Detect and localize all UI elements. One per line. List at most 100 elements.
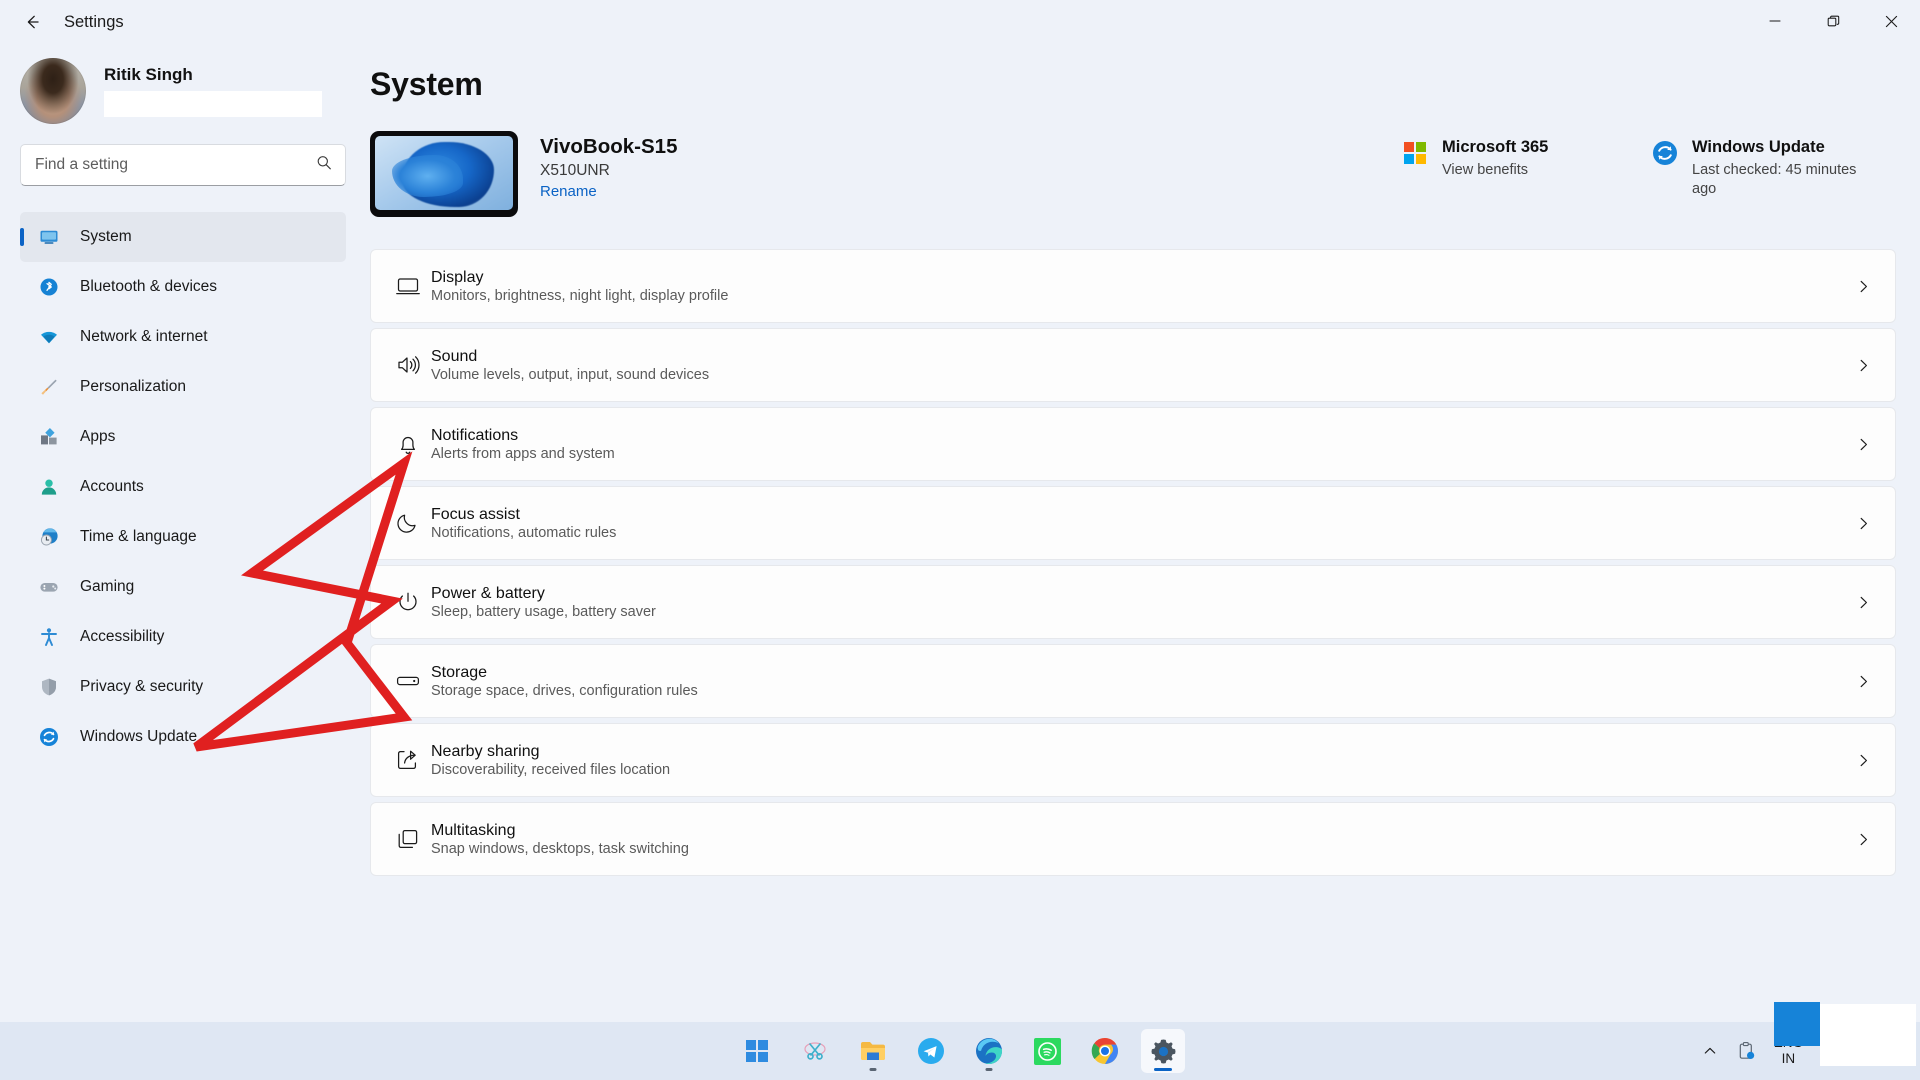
bluetooth-icon bbox=[38, 276, 60, 298]
clock-globe-icon bbox=[38, 526, 60, 548]
accessibility-icon bbox=[38, 626, 60, 648]
setting-row-multitasking[interactable]: Multitasking Snap windows, desktops, task… bbox=[370, 802, 1896, 876]
microsoft-365-card[interactable]: Microsoft 365 View benefits bbox=[1402, 137, 1612, 200]
sidebar-item-label: Personalization bbox=[80, 378, 186, 395]
setting-row-title: Nearby sharing bbox=[431, 742, 540, 760]
sidebar-item-label: Bluetooth & devices bbox=[80, 278, 218, 295]
power-icon bbox=[395, 589, 431, 615]
moon-icon bbox=[395, 510, 431, 536]
windows-update-card[interactable]: Windows Update Last checked: 45 minutes … bbox=[1652, 137, 1870, 200]
start-button[interactable] bbox=[735, 1029, 779, 1073]
scissors-icon bbox=[804, 1042, 826, 1060]
sidebar-item-time-language[interactable]: Time & language bbox=[20, 512, 346, 562]
settings-button[interactable] bbox=[1141, 1029, 1185, 1073]
windows-bloom-wallpaper bbox=[375, 136, 513, 210]
setting-row-storage[interactable]: Storage Storage space, drives, configurat… bbox=[370, 644, 1896, 718]
setting-row-text: Focus assist Notifications, automatic rul… bbox=[431, 506, 1853, 541]
maximize-icon bbox=[1827, 15, 1839, 26]
chevron-right-icon bbox=[1853, 437, 1873, 452]
close-button[interactable] bbox=[1862, 0, 1920, 42]
sidebar-item-apps[interactable]: Apps bbox=[20, 412, 346, 462]
file-explorer-button[interactable] bbox=[851, 1029, 895, 1073]
clipboard-icon bbox=[1739, 1042, 1754, 1059]
minimize-button[interactable] bbox=[1746, 0, 1804, 42]
setting-row-title: Storage bbox=[431, 663, 488, 681]
sidebar-item-bluetooth-devices[interactable]: Bluetooth & devices bbox=[20, 262, 346, 312]
sidebar-item-accounts[interactable]: Accounts bbox=[20, 462, 346, 512]
avatar bbox=[20, 58, 86, 124]
back-button[interactable] bbox=[10, 4, 54, 40]
setting-row-text: Notifications Alerts from apps and system bbox=[431, 427, 1853, 462]
multitask-icon bbox=[395, 826, 431, 852]
maximize-button[interactable] bbox=[1804, 0, 1862, 42]
sidebar-item-label: Gaming bbox=[80, 578, 135, 595]
person-icon bbox=[38, 476, 60, 498]
sidebar-item-label: Network & internet bbox=[80, 328, 208, 345]
taskbar: ENG IN bbox=[0, 1002, 1920, 1080]
window-controls bbox=[1746, 0, 1920, 42]
microsoft-365-title: Microsoft 365 bbox=[1442, 138, 1549, 156]
setting-row-subtitle: Snap windows, desktops, task switching bbox=[431, 840, 689, 857]
tray-overflow-button[interactable] bbox=[1695, 1030, 1725, 1072]
setting-row-sound[interactable]: Sound Volume levels, output, input, sound… bbox=[370, 328, 1896, 402]
sidebar-item-system[interactable]: System bbox=[20, 212, 346, 262]
spotify-icon bbox=[1033, 1037, 1061, 1065]
language-secondary: IN bbox=[1781, 1051, 1796, 1066]
setting-row-title: Focus assist bbox=[431, 505, 520, 523]
microsoft-365-subtitle: View benefits bbox=[1442, 161, 1528, 178]
account-name: Ritik Singh bbox=[104, 65, 193, 84]
snipping-tool-button[interactable] bbox=[793, 1029, 837, 1073]
sidebar-item-label: Windows Update bbox=[80, 728, 198, 745]
device-name: VivoBook-S15 bbox=[540, 135, 678, 158]
setting-row-title: Notifications bbox=[431, 426, 519, 444]
windows-update-title: Windows Update bbox=[1692, 138, 1825, 156]
update-refresh-icon bbox=[1652, 140, 1678, 166]
sidebar-nav: System Bluetooth & devices Network & inter… bbox=[20, 212, 346, 762]
shield-icon bbox=[38, 676, 60, 698]
setting-row-nearby-sharing[interactable]: Nearby sharing Discoverability, received … bbox=[370, 723, 1896, 797]
setting-row-title: Multitasking bbox=[431, 821, 516, 839]
microsoft-logo-icon bbox=[1402, 140, 1428, 166]
chrome-icon bbox=[1091, 1037, 1118, 1064]
spotify-button[interactable] bbox=[1025, 1029, 1069, 1073]
microsoft-edge-button[interactable] bbox=[967, 1029, 1011, 1073]
sidebar-item-label: System bbox=[80, 228, 132, 245]
windows-update-subtitle: Last checked: 45 minutes ago bbox=[1692, 161, 1857, 198]
setting-row-display[interactable]: Display Monitors, brightness, night light… bbox=[370, 249, 1896, 323]
setting-row-subtitle: Alerts from apps and system bbox=[431, 445, 615, 462]
window-title: Settings bbox=[64, 12, 124, 31]
sidebar-item-windows-update[interactable]: Windows Update bbox=[20, 712, 346, 762]
watermark-overlay bbox=[1774, 1002, 1820, 1046]
setting-row-notifications[interactable]: Notifications Alerts from apps and system bbox=[370, 407, 1896, 481]
account-text: Ritik Singh bbox=[104, 65, 322, 117]
sidebar-item-privacy-security[interactable]: Privacy & security bbox=[20, 662, 346, 712]
setting-row-title: Power & battery bbox=[431, 584, 545, 602]
setting-row-focus-assist[interactable]: Focus assist Notifications, automatic rul… bbox=[370, 486, 1896, 560]
telegram-button[interactable] bbox=[909, 1029, 953, 1073]
search-box[interactable] bbox=[20, 144, 346, 186]
chevron-right-icon bbox=[1853, 279, 1873, 294]
sidebar-item-gaming[interactable]: Gaming bbox=[20, 562, 346, 612]
account-card[interactable]: Ritik Singh bbox=[20, 44, 346, 144]
gamepad-icon bbox=[38, 576, 60, 598]
device-info: VivoBook-S15 X510UNR Rename bbox=[540, 131, 677, 200]
share-icon bbox=[395, 747, 431, 773]
sidebar-item-label: Accounts bbox=[80, 478, 144, 495]
setting-row-title: Display bbox=[431, 268, 484, 286]
clipboard-button[interactable] bbox=[1729, 1030, 1763, 1072]
chevron-right-icon bbox=[1853, 674, 1873, 689]
wifi-icon bbox=[38, 326, 60, 348]
rename-link[interactable]: Rename bbox=[540, 183, 597, 200]
google-chrome-button[interactable] bbox=[1083, 1029, 1127, 1073]
setting-row-power-battery[interactable]: Power & battery Sleep, battery usage, bat… bbox=[370, 565, 1896, 639]
sidebar-item-personalization[interactable]: Personalization bbox=[20, 362, 346, 412]
chevron-right-icon bbox=[1853, 516, 1873, 531]
sidebar-item-label: Apps bbox=[80, 428, 116, 445]
update-refresh-icon bbox=[38, 726, 60, 748]
sidebar-item-label: Time & language bbox=[80, 528, 197, 545]
minimize-icon bbox=[1769, 20, 1781, 22]
settings-window: Settings Ritik Singh Find a setting Syst… bbox=[0, 0, 1920, 1022]
sidebar-item-network-internet[interactable]: Network & internet bbox=[20, 312, 346, 362]
sidebar-item-accessibility[interactable]: Accessibility bbox=[20, 612, 346, 662]
search-input[interactable] bbox=[35, 156, 307, 174]
